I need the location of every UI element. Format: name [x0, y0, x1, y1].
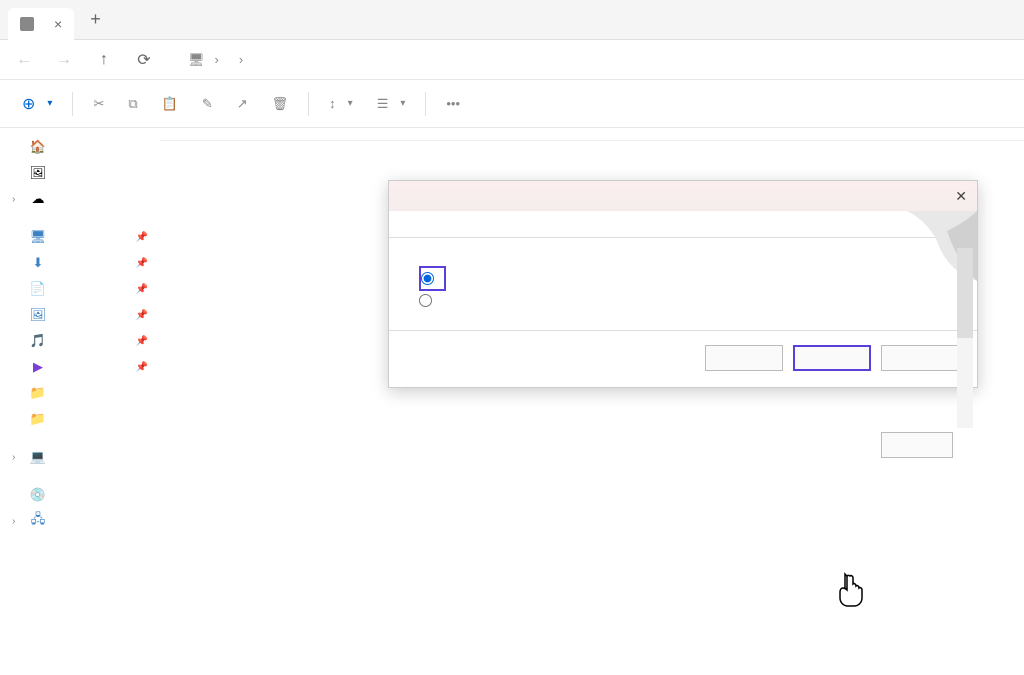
- new-button[interactable]: ⊕ ▾: [12, 88, 62, 120]
- chevron-right-icon: ›: [239, 52, 243, 67]
- sidebar-documents[interactable]: 📄📌: [0, 276, 160, 302]
- dialog-body: [389, 238, 977, 318]
- scissors-icon: ✂: [93, 96, 104, 112]
- pin-icon[interactable]: 📌: [136, 362, 148, 373]
- forward-button[interactable]: →: [52, 48, 76, 72]
- sidebar-thispc[interactable]: ›💻: [0, 444, 160, 470]
- more-button[interactable]: •••: [436, 90, 470, 117]
- share-button[interactable]: ↗: [227, 90, 258, 118]
- folder-icon: 📁: [30, 411, 46, 427]
- chevron-right-icon[interactable]: ›: [12, 194, 22, 205]
- decline-radio[interactable]: [419, 294, 947, 307]
- toolbar: ⊕ ▾ ✂ ⧉ 📋 ✎ ↗ 🗑 ↕ ▾ ☰ ▾ •••: [0, 80, 1024, 128]
- sort-icon: ↕: [329, 96, 336, 111]
- divider: [425, 92, 426, 116]
- view-button[interactable]: ☰ ▾: [367, 90, 416, 118]
- back-button[interactable]: [705, 345, 783, 371]
- rename-icon: ✎: [202, 96, 213, 112]
- pin-icon[interactable]: 📌: [136, 310, 148, 321]
- plus-circle-icon: ⊕: [22, 94, 35, 114]
- pin-icon[interactable]: 📌: [136, 232, 148, 243]
- delete-button[interactable]: 🗑: [262, 90, 299, 118]
- chevron-down-icon: ▾: [400, 98, 405, 109]
- folder-icon: 📁: [30, 385, 46, 401]
- sidebar-office[interactable]: 📁: [0, 380, 160, 406]
- sidebar-network[interactable]: ›🖧: [0, 508, 160, 534]
- pin-icon[interactable]: 📌: [136, 284, 148, 295]
- accept-radio-input[interactable]: [421, 272, 434, 285]
- accept-highlight: [419, 266, 446, 291]
- copy-icon: ⧉: [128, 96, 137, 112]
- list-icon: ☰: [377, 96, 389, 112]
- sidebar-music[interactable]: 🎵📌: [0, 328, 160, 354]
- cut-button[interactable]: ✂: [83, 90, 114, 118]
- home-icon: 🏠: [30, 139, 46, 155]
- gallery-icon: 🖼: [30, 165, 46, 181]
- accept-radio[interactable]: [421, 272, 440, 285]
- chevron-right-icon[interactable]: ›: [12, 516, 22, 527]
- chevron-down-icon: ▾: [47, 98, 52, 109]
- sidebar-cloud[interactable]: ›☁: [0, 186, 160, 212]
- install-wizard-dialog: ✕: [388, 180, 978, 388]
- dialog-close-button[interactable]: ✕: [955, 188, 967, 205]
- sort-button[interactable]: ↕ ▾: [319, 90, 363, 117]
- sidebar-pictures[interactable]: 🖼📌: [0, 302, 160, 328]
- document-icon: 📄: [30, 281, 46, 297]
- dialog-brand: [389, 318, 977, 326]
- decline-radio-input[interactable]: [419, 294, 432, 307]
- new-tab-button[interactable]: +: [82, 5, 109, 34]
- download-icon: ⬇: [30, 255, 46, 271]
- divider: [308, 92, 309, 116]
- pin-icon[interactable]: 📌: [136, 258, 148, 269]
- paste-button[interactable]: 📋: [152, 90, 188, 118]
- close-tab-icon[interactable]: ×: [54, 16, 62, 32]
- breadcrumb[interactable]: 🖥 › ›: [188, 52, 243, 68]
- sidebar-videos[interactable]: ▶📌: [0, 354, 160, 380]
- pictures-icon: 🖼: [30, 307, 46, 323]
- dialog-header: [389, 211, 977, 238]
- sidebar-dvd[interactable]: 💿: [0, 482, 160, 508]
- refresh-button[interactable]: ⟳: [132, 48, 156, 72]
- desktop-icon: 🖥: [30, 229, 46, 245]
- sidebar-desktop[interactable]: 🖥📌: [0, 224, 160, 250]
- cloud-icon: ☁: [30, 191, 46, 207]
- pc-icon: 💻: [30, 449, 46, 465]
- sidebar: 🏠 🖼 ›☁ 🖥📌 ⬇📌 📄📌 🖼📌 🎵📌 ▶📌 📁 📁 ›💻 💿 ›🖧: [0, 128, 160, 675]
- dialog-footer: [389, 331, 977, 387]
- divider: [72, 92, 73, 116]
- chevron-right-icon: ›: [215, 52, 219, 67]
- network-icon: 🖧: [30, 513, 46, 529]
- next-button[interactable]: [793, 345, 871, 371]
- trash-icon: 🗑: [272, 96, 289, 112]
- up-button[interactable]: ↑: [92, 48, 116, 72]
- dialog-title-bar[interactable]: ✕: [389, 181, 977, 211]
- drive-icon: [20, 17, 34, 31]
- pin-icon[interactable]: 📌: [136, 336, 148, 347]
- title-bar: × +: [0, 0, 1024, 40]
- video-icon: ▶: [30, 359, 46, 375]
- column-headers: [160, 128, 1024, 141]
- share-icon: ↗: [237, 96, 248, 112]
- clipboard-icon: 📋: [162, 96, 178, 112]
- copy-button[interactable]: ⧉: [118, 90, 147, 118]
- chevron-down-icon: ▾: [348, 98, 353, 109]
- cancel-button[interactable]: [881, 345, 959, 371]
- back-button[interactable]: ←: [12, 48, 36, 72]
- scrollbar-thumb[interactable]: [957, 248, 973, 338]
- scrollbar[interactable]: [957, 248, 973, 428]
- music-icon: 🎵: [30, 333, 46, 349]
- sidebar-screenshots[interactable]: 📁: [0, 406, 160, 432]
- disc-icon: 💿: [30, 487, 46, 503]
- sidebar-gallery[interactable]: 🖼: [0, 160, 160, 186]
- monitor-icon: 🖥: [188, 52, 205, 68]
- print-button[interactable]: [881, 432, 953, 458]
- sidebar-downloads[interactable]: ⬇📌: [0, 250, 160, 276]
- rename-button[interactable]: ✎: [192, 90, 223, 118]
- chevron-right-icon[interactable]: ›: [12, 452, 22, 463]
- nav-bar: ← → ↑ ⟳ 🖥 › ›: [0, 40, 1024, 80]
- sidebar-home[interactable]: 🏠: [0, 134, 160, 160]
- browser-tab[interactable]: ×: [8, 8, 74, 40]
